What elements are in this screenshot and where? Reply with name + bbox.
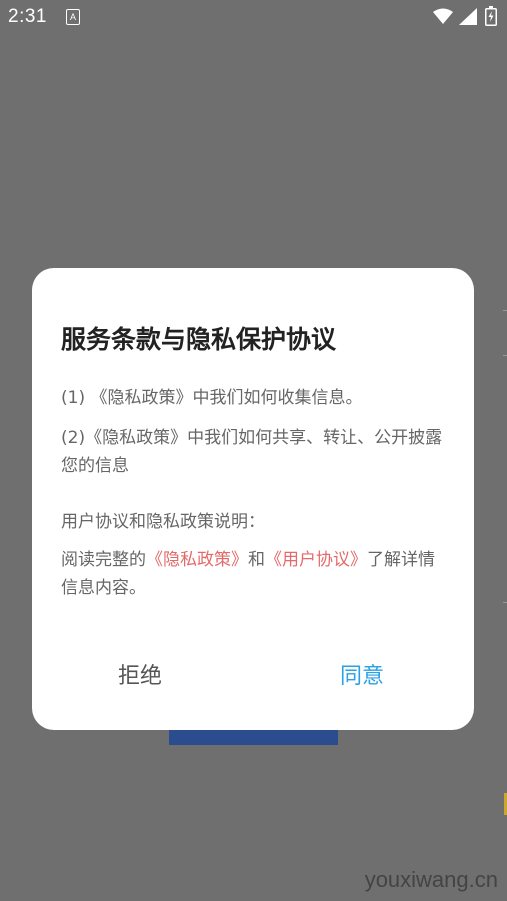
battery-icon	[485, 6, 497, 30]
user-agreement-link[interactable]: 《用户协议》	[265, 550, 367, 570]
policy-item-collect: (1) 《隐私政策》中我们如何收集信息。	[61, 388, 363, 408]
notification-icon: A	[66, 9, 80, 25]
read-prefix: 阅读完整的	[61, 550, 146, 570]
agree-button[interactable]: 同意	[340, 660, 384, 694]
status-bar: 2:31 A	[0, 0, 507, 34]
underlying-divider	[503, 355, 507, 356]
reject-button[interactable]: 拒绝	[118, 660, 162, 694]
screen: 2:31 A 服务条款与隐私保护协议 (1) 《隐私政策》中我们如何收集信息。 …	[0, 0, 507, 901]
underlying-divider	[503, 310, 507, 311]
underlying-divider	[503, 602, 507, 603]
section-heading: 用户协议和隐私政策说明：	[61, 512, 265, 532]
read-full-text: 阅读完整的《隐私政策》和《用户协议》了解详情信息内容。	[61, 546, 451, 602]
status-time: 2:31	[8, 6, 47, 27]
policy-item-share: (2)《隐私政策》中我们如何共享、转让、公开披露您的信息	[61, 428, 443, 476]
privacy-dialog: 服务条款与隐私保护协议 (1) 《隐私政策》中我们如何收集信息。 (2)《隐私政…	[32, 268, 474, 730]
privacy-policy-link[interactable]: 《隐私政策》	[146, 550, 248, 570]
wifi-icon	[433, 8, 453, 29]
signal-icon	[459, 8, 477, 29]
and-text: 和	[248, 550, 265, 570]
watermark: youxiwang.cn	[364, 867, 498, 892]
dialog-title: 服务条款与隐私保护协议	[61, 325, 337, 354]
